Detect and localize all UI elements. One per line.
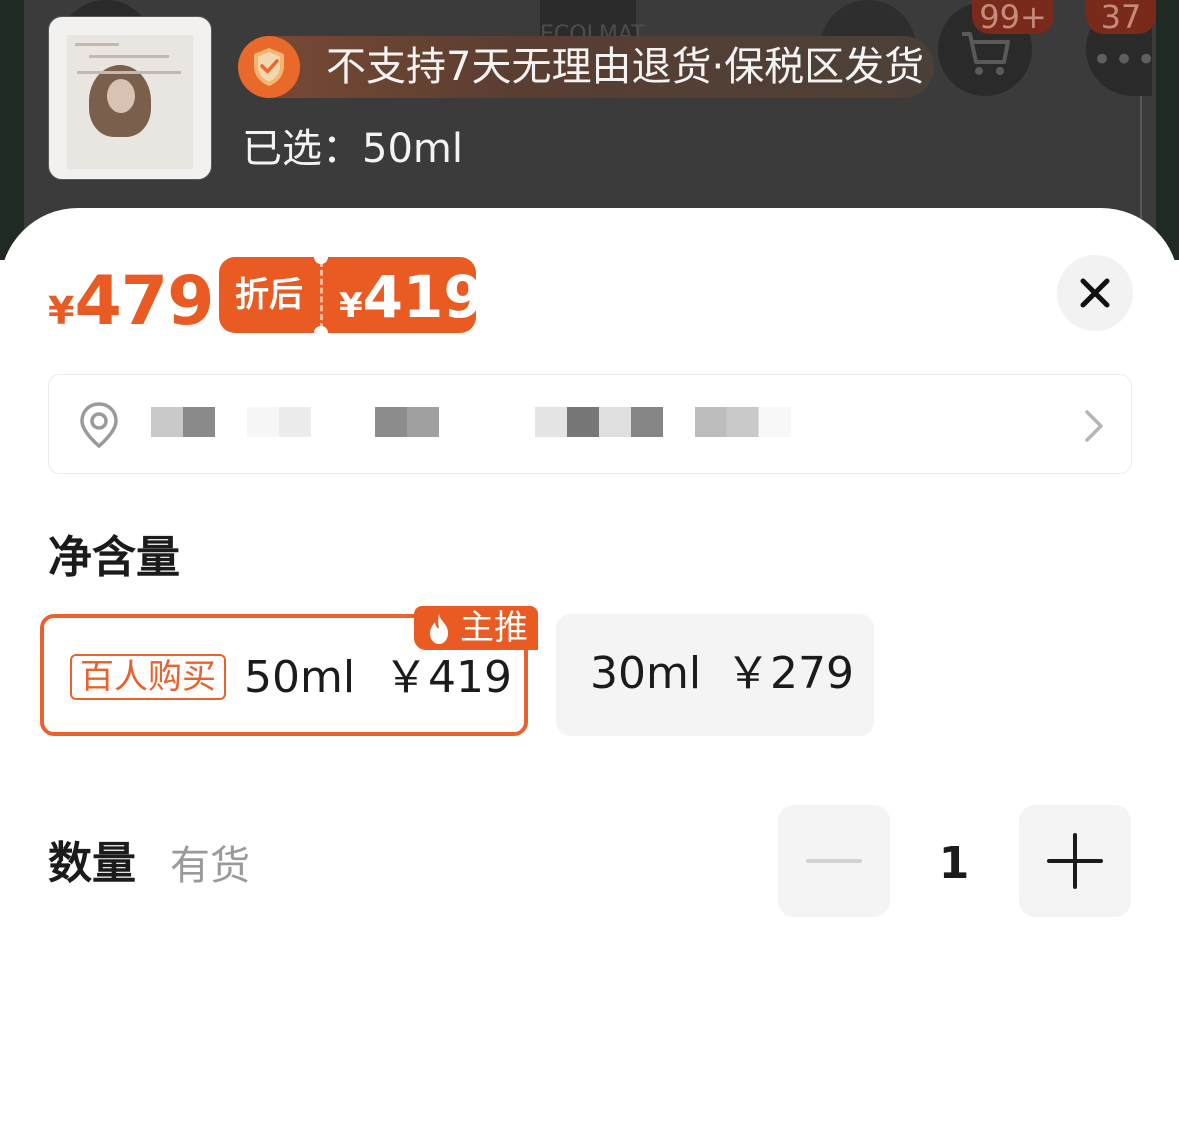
recommended-label: 主推 (460, 608, 528, 648)
backdrop-frame-right (1156, 0, 1179, 260)
stock-status: 有货 (170, 843, 250, 889)
shipping-address-selector[interactable] (48, 374, 1132, 474)
spec-option-name: 30ml (590, 648, 702, 699)
discount-price-tag: 折后 ¥419 (219, 250, 484, 340)
original-price: ¥479 (48, 262, 214, 341)
quantity-decrease-button[interactable] (778, 805, 890, 917)
plus-icon (1047, 833, 1103, 889)
discount-price-value: 419 (362, 263, 484, 331)
shield-check-icon (238, 36, 300, 98)
quantity-value[interactable]: 1 (930, 836, 978, 892)
currency-symbol: ¥ (48, 289, 75, 333)
recommended-badge: 主推 (414, 606, 538, 650)
spec-title: 净含量 (48, 532, 180, 583)
product-thumbnail[interactable] (48, 16, 212, 180)
address-redacted (535, 407, 663, 437)
spec-option-price: ￥279 (726, 648, 854, 699)
thumbnail-model-face (107, 79, 135, 113)
discount-price: ¥419 (339, 263, 484, 331)
quantity-title: 数量 (48, 838, 136, 889)
close-icon (1080, 278, 1110, 308)
cart-count-badge: 99+ (972, 0, 1054, 34)
spec-option-30ml[interactable]: 30ml ￥279 (556, 614, 874, 736)
address-redacted (247, 407, 311, 437)
coupon-notch-top (314, 250, 328, 264)
discount-label: 折后 (235, 275, 303, 315)
popularity-tag: 百人购买 (70, 654, 226, 700)
close-button[interactable] (1057, 255, 1133, 331)
thumbnail-headline-line (89, 55, 169, 58)
spec-option-name: 50ml (244, 652, 356, 703)
backdrop-frame-left (0, 0, 24, 260)
location-pin-icon (80, 402, 118, 449)
quantity-increase-button[interactable] (1019, 805, 1131, 917)
minus-icon (806, 859, 862, 863)
coupon-notch-bottom (314, 326, 328, 340)
thumbnail-tags-line (77, 71, 181, 74)
flame-icon (430, 614, 448, 644)
more-icon: ••• (1092, 40, 1159, 80)
selected-spec-text: 已选：50ml (242, 126, 463, 172)
spec-option-price: ￥419 (384, 652, 512, 703)
address-redacted (375, 407, 439, 437)
message-count-badge: 37 (1086, 0, 1156, 34)
address-redacted (695, 407, 791, 437)
return-policy-text: 不支持7天无理由退货·保税区发货 (326, 44, 925, 90)
coupon-divider (320, 261, 323, 329)
thumbnail-brand-line (75, 43, 119, 46)
currency-symbol: ¥ (339, 286, 363, 326)
address-redacted (151, 407, 215, 437)
chevron-right-icon (1085, 410, 1103, 442)
original-price-value: 479 (74, 262, 214, 341)
